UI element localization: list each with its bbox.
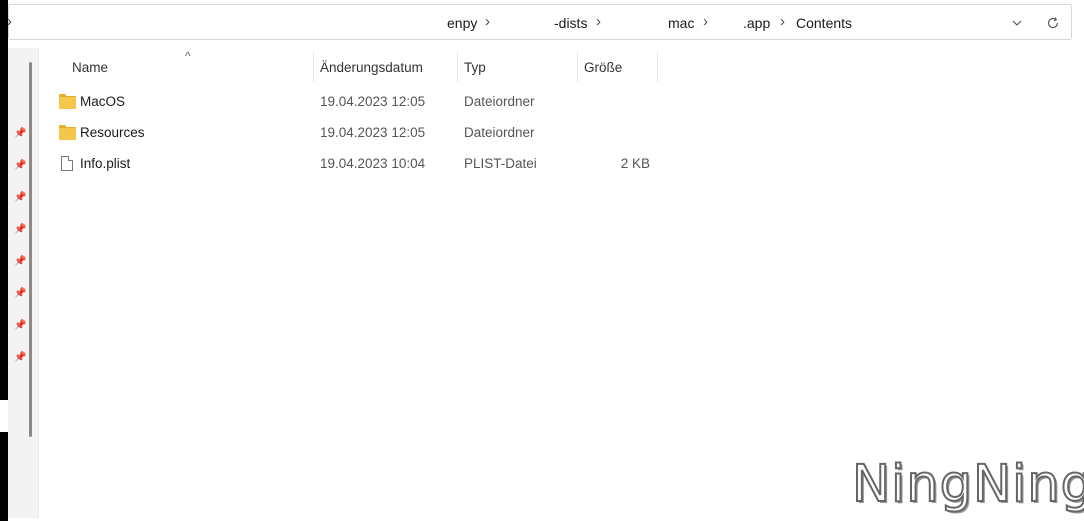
column-header-date[interactable]: Änderungsdatum [320,60,423,75]
column-header-type[interactable]: Typ [464,60,486,75]
breadcrumb-separator[interactable]: › [780,13,785,30]
column-divider[interactable] [577,52,578,82]
breadcrumb-separator[interactable]: › [703,13,708,30]
file-type: PLIST-Datei [464,156,537,171]
breadcrumb-separator[interactable]: › [485,13,490,30]
file-type: Dateiordner [464,94,535,109]
column-header-size[interactable]: Größe [584,60,622,75]
file-row[interactable]: Info.plist 19.04.2023 10:04 PLIST-Datei … [38,149,678,179]
window-edge-bottom [0,432,8,521]
file-name: MacOS [80,94,126,109]
pin-icon[interactable]: 📌 [14,256,26,268]
file-date: 19.04.2023 10:04 [320,156,426,171]
chevron-right-icon: › [7,13,12,30]
window-edge-top [0,0,8,400]
column-divider[interactable] [657,52,658,82]
file-type: Dateiordner [464,125,535,140]
navigation-pane[interactable]: 📌 📌 📌 📌 📌 📌 📌 📌 [8,48,39,518]
pin-icon[interactable]: 📌 [14,160,26,172]
file-date: 19.04.2023 12:05 [320,94,426,109]
watermark: NingNing [851,454,1084,515]
address-bar[interactable]: › enpy › -dists › mac › .app › Contents [7,4,1072,40]
column-divider[interactable] [457,52,458,82]
refresh-icon[interactable] [1042,12,1064,34]
pin-icon[interactable]: 📌 [14,288,26,300]
column-header-row: ^ Name Änderungsdatum Typ Größe [38,49,678,84]
breadcrumb-item[interactable]: mac [668,15,694,31]
breadcrumb-item[interactable]: enpy [447,15,477,31]
breadcrumb-separator[interactable]: › [596,13,601,30]
folder-icon [59,94,77,110]
file-name: Info.plist [80,156,131,171]
pin-icon[interactable]: 📌 [14,320,26,332]
pin-icon[interactable]: 📌 [14,352,26,364]
file-row[interactable]: MacOS 19.04.2023 12:05 Dateiordner [38,87,678,117]
breadcrumb-item[interactable]: .app [743,15,770,31]
file-date: 19.04.2023 12:05 [320,125,426,140]
pin-icon[interactable]: 📌 [14,192,26,204]
breadcrumb-item-current[interactable]: Contents [796,15,852,31]
file-row[interactable]: Resources 19.04.2023 12:05 Dateiordner [38,118,678,148]
pin-icon[interactable]: 📌 [14,224,26,236]
column-divider[interactable] [313,52,314,82]
sort-ascending-icon: ^ [185,49,191,63]
column-header-name[interactable]: Name [72,60,108,75]
breadcrumb-item[interactable]: -dists [554,15,587,31]
pin-icon[interactable]: 📌 [14,128,26,140]
file-size: 2 KB [620,156,650,171]
file-icon [59,156,77,172]
folder-icon [59,125,77,141]
file-name: Resources [80,125,145,140]
navigation-scrollbar[interactable] [29,62,32,437]
chevron-down-icon[interactable] [1006,12,1028,34]
